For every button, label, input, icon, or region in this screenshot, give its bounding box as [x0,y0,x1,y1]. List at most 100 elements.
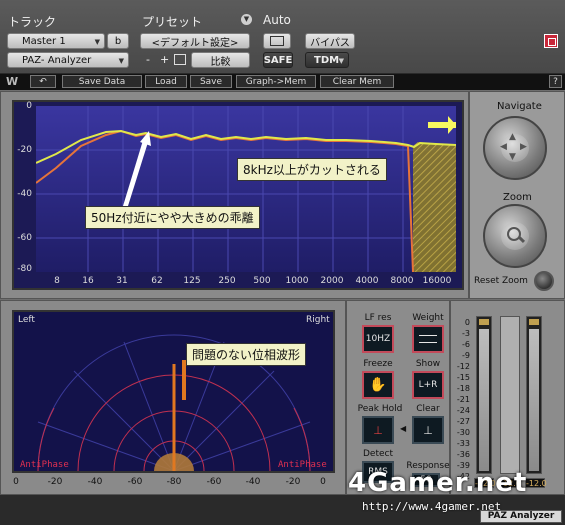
show-button[interactable]: L+R [412,371,444,399]
window-close-icon[interactable] [544,34,558,48]
bypass-button[interactable]: バイパス [305,33,355,49]
spectrum-x-tick: 125 [183,276,201,286]
safe-button[interactable]: SAFE [263,52,293,68]
save-button[interactable]: Save [190,75,232,88]
preset-name: <デフォルト設定> [151,37,239,49]
phase-left-label: Left [18,315,35,325]
save-data-button[interactable]: Save Data [62,75,142,88]
tdm-select[interactable]: TDM ▼ [305,52,349,68]
freeze-button[interactable]: ✋ [362,371,394,399]
automation-button[interactable] [263,33,291,49]
meter-right-peak [529,319,539,325]
track-channel-select[interactable]: b [107,33,129,49]
navigate-knob[interactable]: ▲ ▼ ◀ ▶ [483,116,547,180]
spectrum-graph [36,106,456,272]
phase-x-tick: -20 [47,477,63,487]
meter-left-bar [479,329,489,471]
chevron-down-icon: ▼ [118,57,124,65]
zoom-label: Zoom [503,192,532,203]
automation-icon [270,36,284,46]
show-value: L+R [418,380,438,390]
spectrum-y-tick: -20 [17,145,32,155]
spectrum-x-tick: 4000 [355,276,379,286]
reset-zoom-label: Reset Zoom [474,276,528,286]
navigate-arrows-icon: ▲ ▼ ◀ ▶ [500,132,529,162]
peak-hold-label: Peak Hold [357,404,403,414]
help-button[interactable]: ? [549,75,562,88]
phase-x-tick: 0 [13,477,19,487]
preset-menu-icon[interactable]: ▼ [241,14,252,25]
waves-logo-icon: W [6,75,19,88]
plugin-select[interactable]: PAZ- Analyzer ▼ [7,52,129,68]
plugin-badge: PAZ Analyzer [480,510,562,523]
spectrum-x-tick: 2000 [320,276,344,286]
spectrum-x-tick: 8000 [390,276,414,286]
lf-res-button[interactable]: 10HZ [362,325,394,353]
antiphase-right-label: AntiPhase [278,460,327,470]
phase-right-label: Right [306,315,330,325]
phase-x-tick: -60 [206,477,222,487]
meter-right-bar [529,329,539,471]
chevron-left-icon: ◀ [400,424,407,433]
weight-label: Weight [412,313,444,323]
clear-icon: ⊥ [423,423,433,437]
chevron-down-icon: ▼ [338,57,344,65]
brand-watermark: 4Gamer.net [348,468,528,498]
chevron-down-icon: ▼ [94,38,100,46]
spectrum-y-tick: -40 [17,189,32,199]
load-button[interactable]: Load [145,75,187,88]
copy-icon[interactable] [174,54,186,65]
clear-mem-button[interactable]: Clear Mem [320,75,394,88]
track-label: トラック [8,15,57,29]
show-label: Show [415,359,441,369]
plugin-name: PAZ- Analyzer [22,54,92,66]
undo-button[interactable]: ↶ [30,75,56,88]
meter-right [526,316,542,474]
navigate-label: Navigate [497,101,542,112]
weight-button[interactable] [412,325,444,353]
safe-label: SAFE [263,54,293,66]
track-select[interactable]: Master 1 ▼ [7,33,105,49]
meter-right-value[interactable]: -12.0 [525,478,547,488]
undo-icon: ↶ [39,76,47,87]
preset-label: プリセット [142,15,203,29]
zoom-knob[interactable] [483,204,547,268]
freeze-label: Freeze [363,359,393,369]
spectrum-x-tick: 250 [218,276,236,286]
compare-button[interactable]: 比較 [191,52,250,68]
cutoff-callout: 8kHz以上がカットされる [237,158,387,181]
detect-label: Detect [362,449,393,459]
spectrum-x-tick: 500 [253,276,271,286]
meter-center [500,316,520,474]
preset-select[interactable]: <デフォルト設定> [140,33,250,49]
reset-zoom-button[interactable] [534,271,554,291]
spectrum-x-tick: 31 [116,276,128,286]
spectrum-y-tick: -60 [17,233,32,243]
magnifier-icon [501,222,529,250]
phase-callout: 問題のない位相波形 [186,343,307,366]
compare-label: 比較 [210,56,231,68]
cutoff-hatch-area [413,142,456,272]
track-name: Master 1 [22,35,66,47]
bypass-label: バイパス [310,37,350,49]
clear-button[interactable]: ⊥ [412,416,444,444]
phase-x-tick: -40 [87,477,103,487]
spectrum-y-tick: -80 [17,264,32,274]
peak-hold-button[interactable]: ⊥ [362,416,394,444]
spectrum-x-tick: 62 [151,276,163,286]
preset-minus-button[interactable]: - [146,53,150,66]
auto-label: Auto [263,13,291,27]
preset-plus-button[interactable]: + [160,53,169,66]
spectrum-x-tick: 16 [82,276,94,286]
lf-res-label: LF res [364,313,392,323]
phase-x-tick: -20 [285,477,301,487]
spectrum-x-tick: 16000 [422,276,452,286]
track-channel: b [114,35,122,47]
graph-to-mem-button[interactable]: Graph->Mem [236,75,316,88]
phase-x-tick: -60 [127,477,143,487]
spectrum-y-tick: 0 [26,101,32,111]
phase-scope [37,334,311,471]
tdm-label: TDM [314,54,340,66]
meter-left-peak [479,319,489,325]
bump-callout: 50Hz付近にやや大きめの乖離 [85,206,260,229]
